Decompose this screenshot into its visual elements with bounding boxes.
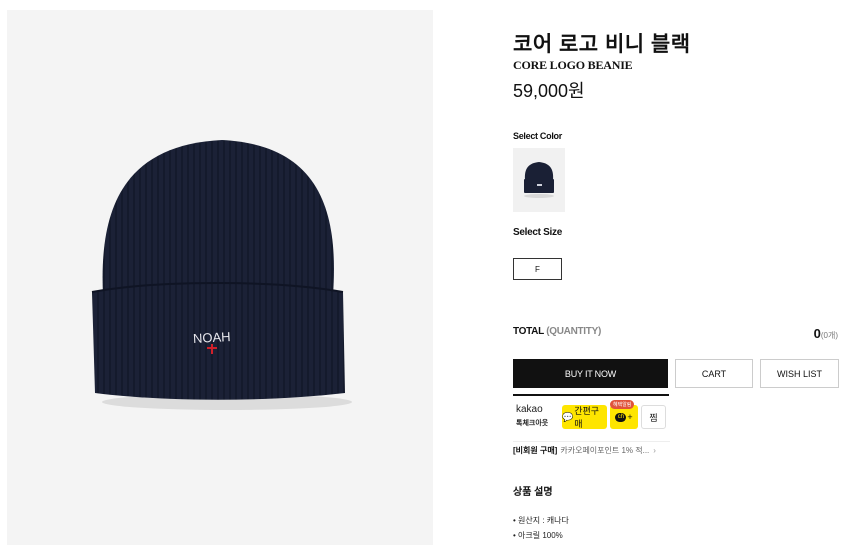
total-count: (0개) — [820, 331, 838, 340]
channel-icon: ch — [615, 412, 627, 422]
kakao-quick-buy-button[interactable]: 💬 간편구매 — [562, 405, 607, 429]
select-size-label: Select Size — [513, 227, 562, 238]
promo-tag: [비회원 구매] — [513, 445, 558, 455]
total-text: TOTAL — [513, 326, 544, 337]
total-label: TOTAL (QUANTITY) — [513, 326, 601, 337]
promo-banner[interactable]: [비회원 구매] 카카오페이포인트 1% 적... › — [513, 441, 670, 458]
cart-button[interactable]: CART — [675, 359, 753, 388]
zzim-button[interactable]: 찜 — [641, 405, 666, 429]
benefit-badge: 혜택알림 — [610, 400, 635, 409]
promo-text: 카카오페이포인트 1% 적... — [560, 445, 650, 455]
hat-logo-text: NOAH — [193, 329, 231, 346]
product-subtitle: CORE LOGO BEANIE — [513, 58, 633, 72]
color-swatch-black[interactable] — [513, 148, 565, 212]
product-image: NOAH — [7, 10, 433, 545]
chat-bubble-icon: 💬 — [562, 411, 574, 422]
quick-buy-label: 간편구매 — [574, 406, 600, 429]
channel-plus: + — [627, 412, 633, 422]
total-value: 0(0개) — [814, 326, 838, 341]
product-price: 59,000원 — [513, 81, 585, 101]
kakao-checkout-label: 톡체크아웃 — [516, 420, 549, 427]
description-item: 원산지 : 캐나다 — [513, 513, 569, 528]
wish-list-button[interactable]: WISH LIST — [760, 359, 839, 388]
quantity-text: (QUANTITY) — [546, 326, 601, 337]
kakao-brand: kakao — [516, 404, 543, 415]
description-item: 아크릴 100% — [513, 528, 569, 543]
buy-now-button[interactable]: BUY IT NOW — [513, 359, 668, 388]
product-title: 코어 로고 비니 블랙 — [513, 33, 691, 56]
swatch-beanie-icon — [524, 162, 554, 198]
divider — [513, 394, 669, 396]
size-option-f[interactable]: F — [513, 258, 562, 280]
select-color-label: Select Color — [513, 131, 562, 141]
chevron-right-icon: › — [653, 445, 656, 455]
description-title: 상품 설명 — [513, 487, 553, 498]
total-amount: 0 — [813, 326, 821, 341]
beanie-illustration: NOAH — [91, 140, 352, 410]
description-list: 원산지 : 캐나다 아크릴 100% — [513, 513, 569, 543]
